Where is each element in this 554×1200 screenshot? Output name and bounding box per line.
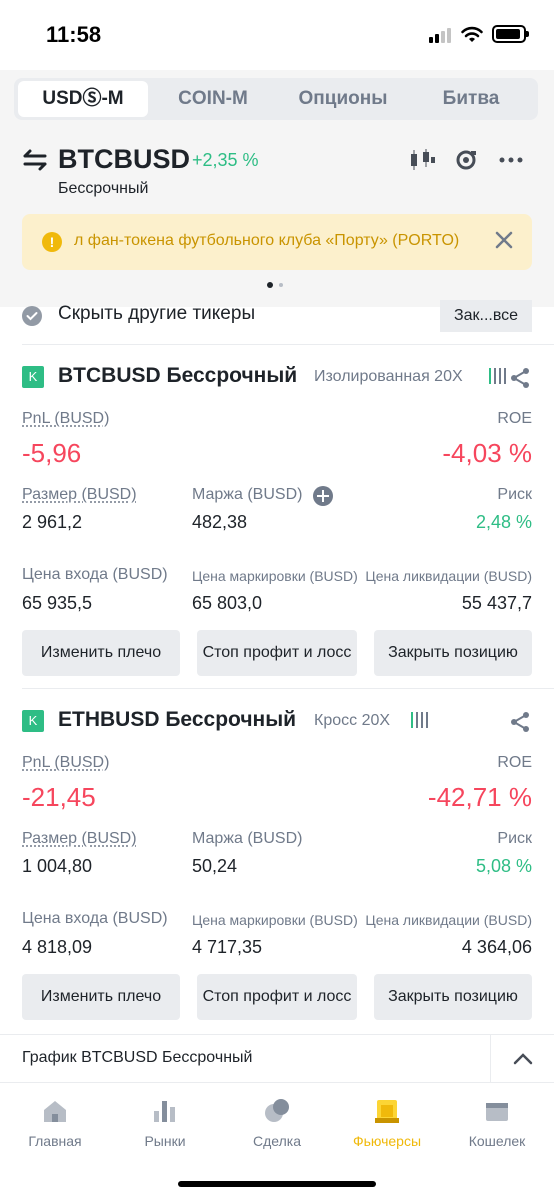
candlestick-icon[interactable] [408,148,436,172]
markets-icon [154,1101,175,1122]
divider [22,688,554,689]
swap-icon[interactable] [22,148,48,172]
margin-label: Маржа (BUSD) [192,830,303,847]
margin-mode[interactable]: Кросс 20X [314,712,390,730]
margin-mode[interactable]: Изолированная 20X [314,368,463,386]
liquidation-price-label: Цена ликвидации (BUSD) [365,568,532,584]
symbol-name: BTCBUSD [58,144,190,174]
size-label[interactable]: Размер (BUSD) [22,830,137,848]
close-icon[interactable] [492,228,516,252]
share-icon[interactable] [508,710,532,734]
nav-futures-label: Фьючерсы [352,1133,422,1149]
chart-bar[interactable]: График BTCBUSD Бессрочный [0,1034,554,1083]
tab-options[interactable]: Опционы [278,81,408,117]
checkbox-icon[interactable] [22,306,42,326]
contract-type: Бессрочный [58,180,149,197]
tp-sl-button[interactable]: Стоп профит и лосс [197,974,357,1020]
entry-price-value: 65 935,5 [22,593,93,613]
wallet-icon [486,1103,508,1121]
liquidation-price-value: 4 364,06 [461,937,532,957]
chart-expand-button[interactable] [490,1035,554,1083]
mark-price-value: 4 717,35 [192,937,263,957]
tab-battle[interactable]: Битва [408,81,534,117]
contract-badge: K [22,710,44,732]
leverage-bars-icon [411,712,428,728]
pnl-value: -21,45 [22,782,96,812]
risk-label: Риск [497,486,532,503]
close-position-button[interactable]: Закрыть позицию [374,630,532,676]
liquidation-price-label: Цена ликвидации (BUSD) [365,912,532,928]
status-time: 11:58 [46,22,102,47]
margin-value: 50,24 [192,856,238,876]
margin-value: 482,38 [192,512,248,532]
contract-badge: K [22,366,44,388]
nav-markets[interactable]: Рынки [110,1093,220,1157]
position-title: ETHBUSD Бессрочный [58,708,297,731]
nav-home[interactable]: Главная [0,1093,110,1157]
margin-label: Маржа (BUSD) [192,486,303,503]
home-indicator [178,1181,376,1187]
futures-header-area: USDⓈ-M COIN-M Опционы Битва BTCBUSD +2,3… [0,70,554,307]
leverage-bars-icon [489,368,506,384]
size-value: 1 004,80 [22,856,93,876]
announcement-banner[interactable]: ! л фан-токена футбольного клуба «Порту»… [22,214,532,270]
hide-other-tickers-label[interactable]: Скрыть другие тикеры [58,303,255,325]
nav-home-label: Главная [28,1133,82,1149]
liquidation-price-value: 55 437,7 [461,593,532,613]
nav-wallet[interactable]: Кошелек [442,1093,552,1157]
futures-icon [375,1100,399,1123]
adjust-leverage-button[interactable]: Изменить плечо [22,974,180,1020]
battery-icon [492,25,529,43]
size-value: 2 961,2 [22,512,83,532]
tab-coin-m[interactable]: COIN-M [148,81,278,117]
pnl-value: -5,96 [22,438,82,468]
close-position-button[interactable]: Закрыть позицию [374,974,532,1020]
chart-bar-label[interactable]: График BTCBUSD Бессрочный [22,1049,252,1067]
size-label[interactable]: Размер (BUSD) [22,486,137,504]
nav-wallet-label: Кошелек [468,1133,526,1149]
entry-price-label: Цена входа (BUSD) [22,910,168,927]
nav-trade[interactable]: Сделка [222,1093,332,1157]
mark-price-label: Цена маркировки (BUSD) [192,568,358,584]
positions-toolbar: Скрыть другие тикеры Зак...все [22,300,532,334]
mark-price-value: 65 803,0 [192,593,263,613]
tab-usds-m[interactable]: USDⓈ-M [18,81,148,117]
pnl-label[interactable]: PnL (BUSD) [22,754,109,772]
position-title: BTCBUSD Бессрочный [58,364,298,387]
camera-icon[interactable] [452,148,480,172]
risk-label: Риск [497,830,532,847]
warning-icon: ! [42,232,62,252]
roe-label: ROE [497,754,532,771]
status-bar: 11:58 [0,0,554,70]
roe-label: ROE [497,410,532,427]
add-margin-icon[interactable] [313,486,333,506]
share-icon[interactable] [508,366,532,390]
price-change: +2,35 % [192,150,259,170]
entry-price-value: 4 818,09 [22,937,93,957]
market-tabs: USDⓈ-M COIN-M Опционы Битва [14,78,538,120]
nav-trade-label: Сделка [253,1133,301,1149]
more-icon[interactable] [498,148,526,172]
nav-markets-label: Рынки [144,1133,186,1149]
close-all-button[interactable]: Зак...все [440,300,532,332]
mark-price-label: Цена маркировки (BUSD) [192,912,358,928]
banner-text: л фан-токена футбольного клуба «Порту» (… [74,232,460,249]
pnl-label[interactable]: PnL (BUSD) [22,410,109,428]
risk-value: 5,08 % [475,856,532,876]
divider [22,344,554,345]
trade-icon [265,1099,289,1122]
nav-futures[interactable]: Фьючерсы [332,1093,442,1157]
wifi-icon [461,26,483,42]
chevron-up-icon[interactable] [511,1049,535,1069]
roe-value: -42,71 % [427,782,532,812]
entry-price-label: Цена входа (BUSD) [22,566,168,583]
home-icon [44,1101,66,1122]
roe-value: -4,03 % [442,438,532,468]
risk-value: 2,48 % [475,512,532,532]
signal-icon [429,27,453,43]
adjust-leverage-button[interactable]: Изменить плечо [22,630,180,676]
tp-sl-button[interactable]: Стоп профит и лосс [197,630,357,676]
